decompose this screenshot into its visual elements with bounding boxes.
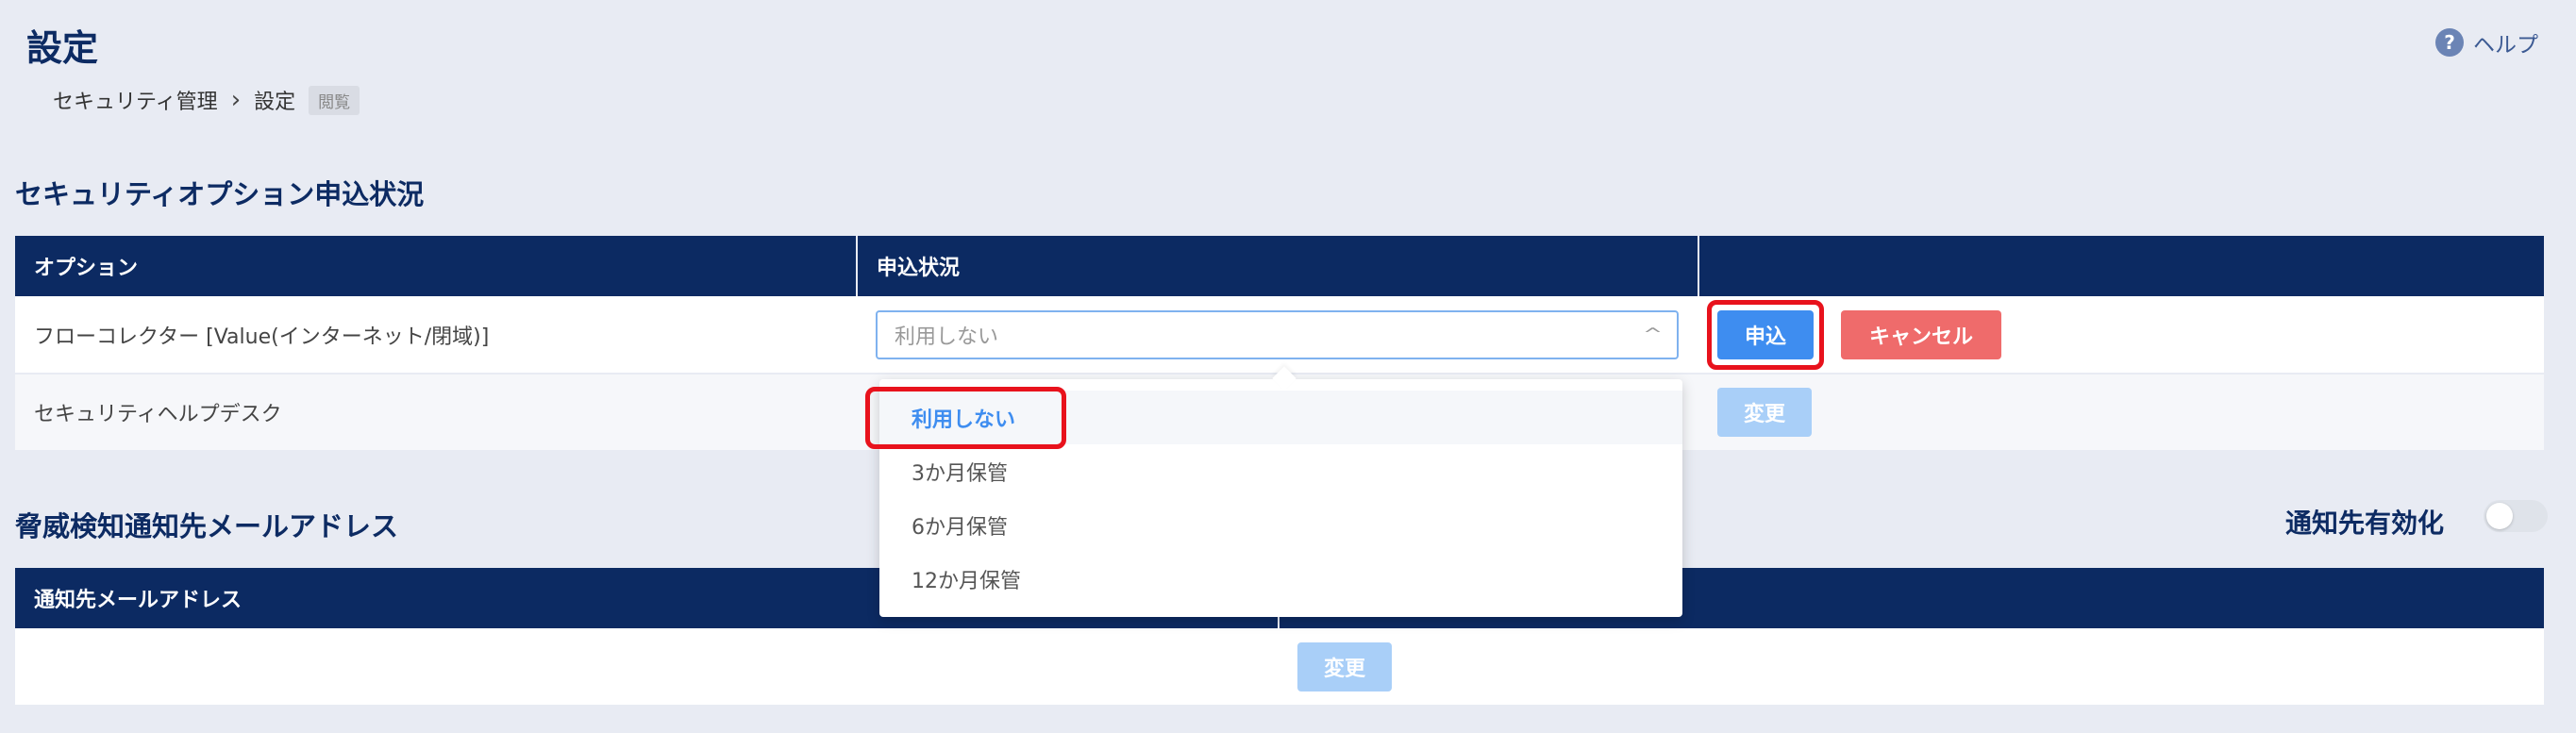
options-section-title: セキュリティオプション申込状況 <box>15 178 425 210</box>
breadcrumb-item-settings: 設定 <box>254 91 296 114</box>
apply-button[interactable]: 申込 <box>1717 309 1814 359</box>
email-change-button[interactable]: 変更 <box>1297 641 1392 691</box>
column-header-option: オプション <box>15 236 858 296</box>
status-select[interactable]: 利用しない ^ <box>876 309 1679 359</box>
dropdown-option[interactable]: 6か月保管 <box>879 498 1682 552</box>
breadcrumb-item-security[interactable]: セキュリティ管理 <box>53 85 218 115</box>
option-name: フローコレクター [Value(インターネット/閉域)] <box>15 296 857 375</box>
column-header-actions <box>1698 236 2544 296</box>
status-select-placeholder: 利用しない <box>895 325 999 349</box>
cancel-button[interactable]: キャンセル <box>1841 309 2001 359</box>
dropdown-option[interactable]: 12か月保管 <box>879 552 1682 606</box>
help-label: ヘルプ <box>2473 33 2538 58</box>
notification-toggle[interactable] <box>2484 500 2548 532</box>
dropdown-option[interactable]: 3か月保管 <box>879 444 1682 498</box>
status-dropdown-menu: 利用しない 3か月保管 6か月保管 12か月保管 <box>879 379 1682 617</box>
email-value <box>15 628 1279 707</box>
help-link[interactable]: ? ヘルプ <box>2435 26 2538 58</box>
email-section-title: 脅威検知通知先メールアドレス <box>15 510 399 542</box>
notification-toggle-label: 通知先有効化 <box>2284 508 2444 539</box>
column-header-status: 申込状況 <box>857 236 1699 296</box>
page-title: 設定 <box>26 27 99 69</box>
table-row: 変更 <box>15 628 2544 707</box>
toggle-knob <box>2486 503 2513 529</box>
option-name: セキュリティヘルプデスク <box>15 374 857 452</box>
change-button[interactable]: 変更 <box>1717 388 1812 437</box>
view-mode-badge: 閲覧 <box>309 85 360 115</box>
help-icon: ? <box>2435 28 2464 57</box>
breadcrumb-chevron-icon: › <box>230 86 242 114</box>
table-row: フローコレクター [Value(インターネット/閉域)] 利用しない ^ 申込 … <box>15 296 2544 375</box>
dropdown-option[interactable]: 利用しない <box>879 391 1682 444</box>
breadcrumb: セキュリティ管理 › 設定 閲覧 <box>53 85 360 115</box>
apply-button-highlight: 申込 <box>1707 299 1824 370</box>
chevron-up-icon: ^ <box>1642 325 1664 344</box>
